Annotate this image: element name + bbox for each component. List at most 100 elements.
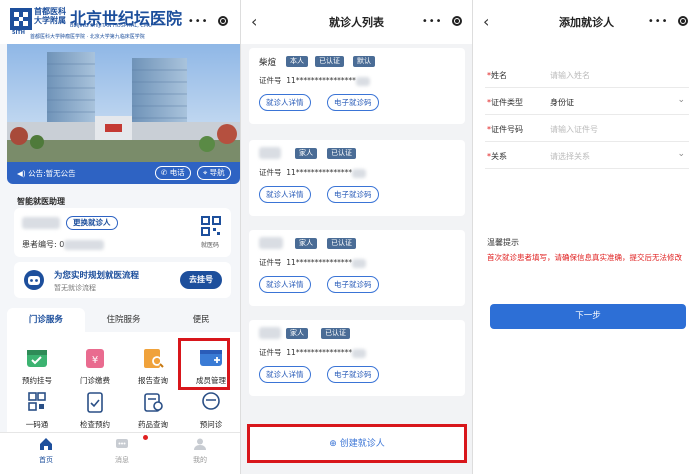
report-search-icon bbox=[144, 349, 164, 368]
clipboard-icon bbox=[87, 392, 103, 413]
service-exam-booking[interactable]: 检查预约 bbox=[69, 390, 121, 430]
close-miniapp-icon[interactable] bbox=[218, 16, 229, 26]
doctor-icon bbox=[202, 392, 220, 410]
nav-home[interactable]: 首页 bbox=[26, 437, 66, 465]
qrcode-icon[interactable] bbox=[201, 216, 221, 236]
patient-card-4[interactable]: 家人 已认证 证件号 11*************** 就诊人详情 电子就诊码 bbox=[249, 320, 465, 396]
more-icon[interactable]: ••• bbox=[188, 16, 209, 27]
nav-profile[interactable]: 我的 bbox=[180, 437, 220, 465]
notice-bar[interactable]: ◀) 公告:暂无公告 ✆ 电话 ⌖ 导航 bbox=[7, 162, 240, 184]
qr-label: 就医码 bbox=[201, 242, 220, 249]
id-type-select[interactable]: 身份证 bbox=[550, 97, 574, 108]
id-type-field[interactable]: *证件类型 身份证 ⌄ bbox=[485, 88, 689, 115]
register-button[interactable]: 去挂号 bbox=[180, 271, 222, 289]
miniapp-capsule[interactable]: ••• bbox=[643, 10, 693, 32]
patient-card-1[interactable]: 柴煊 本人 已认证 默认 证件号 11**************** 就诊人详… bbox=[249, 48, 465, 124]
tip-text: 首次就诊患者填写，请确保信息真实准确，提交后无法修改 bbox=[487, 253, 682, 262]
verified-tag: 已认证 bbox=[321, 328, 350, 339]
patient-name-blurred bbox=[259, 237, 283, 249]
relation-select[interactable]: 请选择关系 bbox=[550, 151, 590, 162]
name-input[interactable]: 请输入姓名 bbox=[550, 70, 590, 81]
more-icon[interactable]: ••• bbox=[648, 16, 669, 27]
patient-detail-button[interactable]: 就诊人详情 bbox=[259, 276, 311, 293]
location-icon: ⌖ bbox=[203, 168, 208, 177]
phone-icon: ✆ bbox=[161, 168, 168, 177]
id-value: 11**************** bbox=[286, 76, 356, 85]
patient-card-3[interactable]: 家人 已认证 证件号 11*************** 就诊人详情 电子就诊码 bbox=[249, 230, 465, 306]
add-patient-panel: ‹ 添加就诊人 ••• *姓名 请输入姓名 *证件类型 身份证 ⌄ *证件号码 … bbox=[472, 0, 700, 474]
highlight-member-management bbox=[178, 338, 230, 390]
notice-text: 公告:暂无公告 bbox=[28, 169, 76, 178]
service-medicine[interactable]: 药品查询 bbox=[127, 390, 179, 430]
service-tabs: 门诊服务 住院服务 便民 bbox=[7, 308, 240, 332]
patient-list-navbar: ‹ 就诊人列表 ••• bbox=[241, 0, 472, 44]
tab-outpatient[interactable]: 门诊服务 bbox=[7, 308, 85, 332]
tab-convenience[interactable]: 便民 bbox=[162, 308, 240, 332]
id-label: 证件号 bbox=[259, 76, 282, 85]
message-icon bbox=[116, 439, 128, 448]
plan-card: 为您实时规划就医流程 暂无就诊流程 去挂号 bbox=[14, 262, 231, 298]
svg-text:¥: ¥ bbox=[92, 355, 98, 366]
chevron-down-icon: ⌄ bbox=[677, 149, 685, 159]
id-label: 证件号 bbox=[259, 258, 282, 267]
profile-icon bbox=[194, 438, 206, 450]
tip-title: 温馨提示 bbox=[487, 238, 519, 247]
service-one-code[interactable]: 一码通 bbox=[11, 390, 63, 430]
id-label: 证件号 bbox=[259, 348, 282, 357]
relation-field[interactable]: *关系 请选择关系 ⌄ bbox=[485, 142, 689, 169]
e-medical-code-button[interactable]: 电子就诊码 bbox=[327, 94, 379, 111]
relation-tag: 家人 bbox=[295, 238, 317, 249]
add-patient-navbar: ‹ 添加就诊人 ••• bbox=[473, 0, 700, 44]
close-miniapp-icon[interactable] bbox=[452, 16, 463, 26]
more-icon[interactable]: ••• bbox=[422, 16, 443, 27]
patient-card: 更换就诊人 患者编号: 0 就医码 bbox=[14, 208, 231, 257]
assistant-title: 智能就医助理 bbox=[17, 197, 65, 206]
hospital-building-photo bbox=[7, 44, 240, 162]
calendar-icon bbox=[27, 350, 47, 367]
hospital-logo-text: 首都医科 大学附属 bbox=[34, 7, 66, 25]
name-field[interactable]: *姓名 请输入姓名 bbox=[485, 61, 689, 88]
relation-tag: 家人 bbox=[286, 328, 308, 339]
relation-tag: 家人 bbox=[295, 148, 317, 159]
patient-detail-button[interactable]: 就诊人详情 bbox=[259, 366, 311, 383]
hospital-logo-icon bbox=[10, 8, 32, 30]
miniapp-capsule[interactable]: ••• bbox=[417, 10, 467, 32]
close-miniapp-icon[interactable] bbox=[678, 16, 689, 26]
patient-detail-button[interactable]: 就诊人详情 bbox=[259, 186, 311, 203]
id-value: 11*************** bbox=[286, 168, 353, 177]
tab-inpatient[interactable]: 住院服务 bbox=[85, 308, 163, 332]
hospital-header: 首都医科 大学附属 北京世纪坛医院 BEIJING SHIJITAN HOSPI… bbox=[0, 0, 240, 44]
wallet-icon: ¥ bbox=[86, 349, 104, 368]
e-medical-code-button[interactable]: 电子就诊码 bbox=[327, 366, 379, 383]
miniapp-capsule[interactable]: ••• bbox=[183, 10, 233, 32]
phone-button[interactable]: ✆ 电话 bbox=[155, 166, 191, 180]
patient-name-blurred bbox=[259, 327, 281, 339]
service-pre-consult[interactable]: 预问诊 bbox=[185, 390, 237, 430]
patient-name: 柴煊 bbox=[259, 58, 277, 68]
home-panel: 首都医科 大学附属 北京世纪坛医院 BEIJING SHIJITAN HOSPI… bbox=[0, 0, 240, 474]
unread-dot bbox=[143, 435, 148, 440]
service-appointment[interactable]: 预约挂号 bbox=[11, 346, 63, 386]
e-medical-code-button[interactable]: 电子就诊码 bbox=[327, 276, 379, 293]
service-payment[interactable]: ¥ 门诊缴费 bbox=[69, 346, 121, 386]
next-step-button[interactable]: 下一步 bbox=[490, 304, 686, 329]
default-tag: 默认 bbox=[353, 56, 375, 67]
home-icon bbox=[40, 438, 52, 450]
plan-subtitle: 暂无就诊流程 bbox=[54, 284, 96, 292]
patient-id-label: 患者编号: bbox=[22, 240, 57, 249]
patient-card-2[interactable]: 家人 已认证 证件号 11*************** 就诊人详情 电子就诊码 bbox=[249, 140, 465, 216]
patient-detail-button[interactable]: 就诊人详情 bbox=[259, 94, 311, 111]
patient-list-panel: ‹ 就诊人列表 ••• 柴煊 本人 已认证 默认 证件号 11*********… bbox=[240, 0, 472, 474]
id-number-input[interactable]: 请输入证件号 bbox=[550, 124, 598, 135]
highlight-create-patient bbox=[247, 424, 467, 463]
relation-tag: 本人 bbox=[286, 56, 308, 67]
plan-title: 为您实时规划就医流程 bbox=[54, 271, 140, 281]
switch-patient-button[interactable]: 更换就诊人 bbox=[66, 216, 118, 230]
nav-messages[interactable]: 消息 bbox=[102, 437, 142, 465]
id-value: 11*************** bbox=[286, 258, 353, 267]
id-number-field[interactable]: *证件号码 请输入证件号 bbox=[485, 115, 689, 142]
patient-name-blurred bbox=[22, 217, 60, 229]
service-report[interactable]: 报告查询 bbox=[127, 346, 179, 386]
e-medical-code-button[interactable]: 电子就诊码 bbox=[327, 186, 379, 203]
navigation-button[interactable]: ⌖ 导航 bbox=[197, 166, 231, 180]
